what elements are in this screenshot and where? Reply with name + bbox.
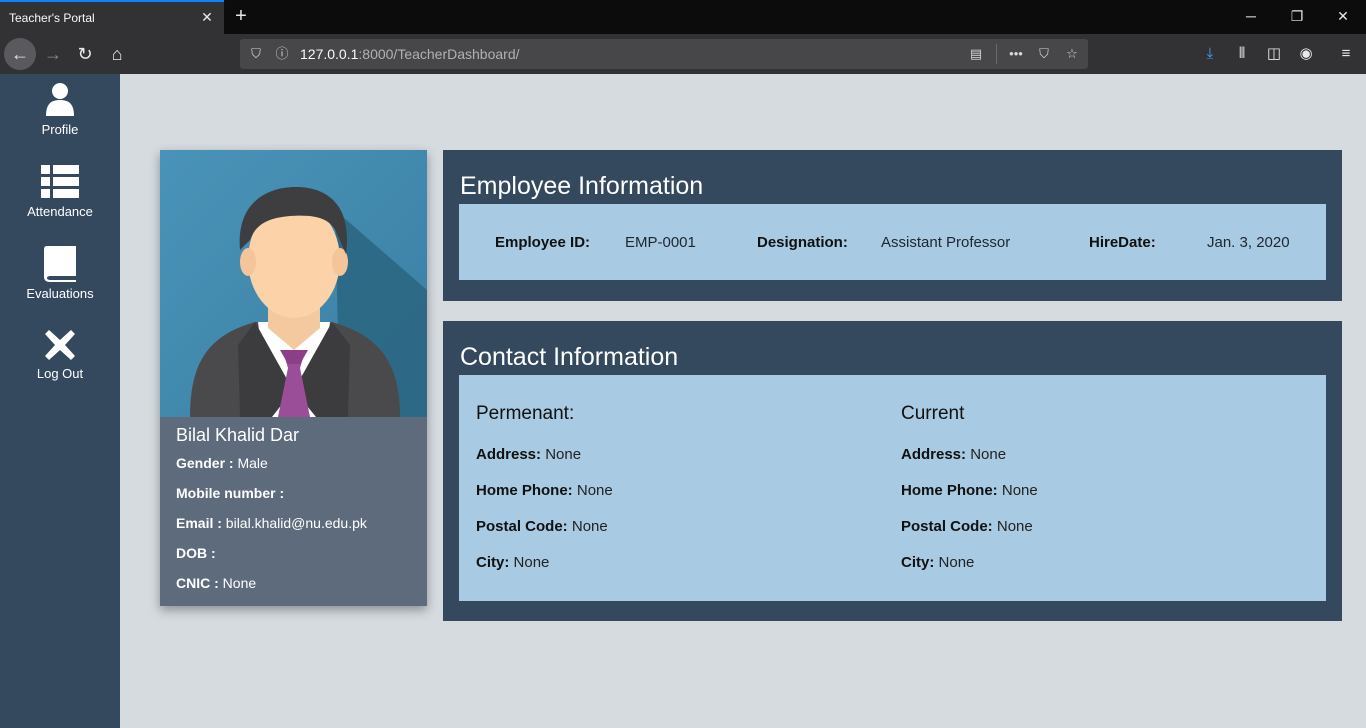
list-icon <box>41 165 79 198</box>
cnic-label: CNIC : <box>176 575 219 591</box>
mobile-row: Mobile number : <box>176 485 367 515</box>
permanent-postal-row: Postal Code: None <box>476 518 608 535</box>
city-label: City: <box>476 554 510 571</box>
home-phone-label: Home Phone: <box>901 482 998 499</box>
employee-id-label: Employee ID: <box>495 234 591 251</box>
current-heading: Current <box>901 403 965 424</box>
url-text[interactable]: 127.0.0.1:8000/TeacherDashboard/ <box>300 46 520 62</box>
address-label: Address: <box>476 446 542 463</box>
city-label: City: <box>901 554 935 571</box>
browser-nav-bar: ← → ↻ ⌂ ⛉ ⓘ 127.0.0.1:8000/TeacherDashbo… <box>0 34 1366 74</box>
dob-label: DOB : <box>176 545 216 561</box>
dob-row: DOB : <box>176 545 367 575</box>
gender-row: Gender : Male <box>176 455 367 485</box>
back-icon[interactable]: ← <box>4 38 36 70</box>
profile-details: Bilal Khalid Dar Gender : Male Mobile nu… <box>176 425 367 605</box>
shield-icon[interactable]: ⛉ <box>246 44 266 64</box>
profile-card: Bilal Khalid Dar Gender : Male Mobile nu… <box>160 150 427 606</box>
sidebar-item-logout[interactable]: Log Out <box>0 328 120 398</box>
designation-value: Assistant Professor <box>881 234 1011 251</box>
new-tab-icon[interactable]: + <box>230 4 252 28</box>
library-icon[interactable]: ⫴ <box>1230 42 1254 66</box>
user-icon <box>46 83 74 116</box>
address-label: Address: <box>901 446 967 463</box>
sidebar-item-label: Attendance <box>27 204 93 219</box>
cnic-value: None <box>222 575 257 591</box>
sidebar-item-profile[interactable]: Profile <box>0 82 120 152</box>
minimize-icon[interactable]: ─ <box>1238 4 1264 28</box>
contact-info-body: Permenant: Address: None Home Phone: Non… <box>459 375 1326 601</box>
city-value: None <box>513 554 550 571</box>
url-host: 127.0.0.1 <box>300 46 359 62</box>
more-icon[interactable]: ••• <box>1006 44 1026 64</box>
permanent-heading: Permenant: <box>476 403 575 424</box>
current-phone-row: Home Phone: None <box>901 482 1038 499</box>
email-row: Email : bilal.khalid@nu.edu.pk <box>176 515 367 545</box>
browser-tab-bar: Teacher's Portal ✕ + ─ ❐ ✕ <box>0 0 1366 34</box>
email-label: Email : <box>176 515 222 531</box>
city-value: None <box>938 554 975 571</box>
close-icon <box>45 330 75 360</box>
url-path: :8000/TeacherDashboard/ <box>358 46 520 62</box>
home-phone-label: Home Phone: <box>476 482 573 499</box>
current-postal-row: Postal Code: None <box>901 518 1033 535</box>
browser-tab[interactable]: Teacher's Portal ✕ <box>0 0 224 34</box>
postal-code-label: Postal Code: <box>901 518 993 535</box>
postal-code-value: None <box>571 518 608 535</box>
avatar <box>160 150 427 417</box>
home-phone-value: None <box>576 482 613 499</box>
sidebar-item-label: Evaluations <box>26 286 94 301</box>
book-icon <box>44 246 76 282</box>
tab-title: Teacher's Portal <box>9 11 95 25</box>
download-icon[interactable]: ⤓ <box>1198 42 1222 66</box>
bookmark-star-icon[interactable]: ☆ <box>1062 44 1082 64</box>
pocket-icon[interactable]: ⛉ <box>1034 44 1054 64</box>
window-close-icon[interactable]: ✕ <box>1330 4 1356 28</box>
sidebar-item-label: Profile <box>41 122 79 137</box>
address-value: None <box>545 446 582 463</box>
info-icon[interactable]: ⓘ <box>272 44 292 64</box>
employee-info-body: Employee ID: EMP-0001 Designation: Assis… <box>459 204 1326 280</box>
employee-info-panel: Employee Information Employee ID: EMP-00… <box>443 150 1342 301</box>
sidebar-item-attendance[interactable]: Attendance <box>0 164 120 234</box>
sidebar-item-evaluations[interactable]: Evaluations <box>0 246 120 316</box>
gender-value: Male <box>237 455 268 471</box>
restore-icon[interactable]: ❐ <box>1284 4 1310 28</box>
current-address-row: Address: None <box>901 446 1006 463</box>
postal-code-label: Postal Code: <box>476 518 568 535</box>
url-divider <box>996 44 997 64</box>
permanent-phone-row: Home Phone: None <box>476 482 613 499</box>
permanent-city-row: City: None <box>476 554 549 571</box>
email-value: bilal.khalid@nu.edu.pk <box>225 515 367 531</box>
address-value: None <box>970 446 1007 463</box>
forward-icon[interactable]: → <box>37 38 69 70</box>
postal-code-value: None <box>996 518 1033 535</box>
designation-label: Designation: <box>757 234 848 251</box>
contact-info-title: Contact Information <box>460 343 679 371</box>
reload-icon[interactable]: ↻ <box>69 38 101 70</box>
account-icon[interactable]: ◉ <box>1294 42 1318 66</box>
contact-info-panel: Contact Information Permenant: Address: … <box>443 321 1342 621</box>
home-icon[interactable]: ⌂ <box>101 38 133 70</box>
current-city-row: City: None <box>901 554 974 571</box>
sidebar-item-label: Log Out <box>36 366 84 381</box>
sidebar: Profile Attendance Evaluations Log Out <box>0 74 120 728</box>
hire-date-value: Jan. 3, 2020 <box>1207 234 1290 251</box>
menu-icon[interactable]: ≡ <box>1334 42 1358 66</box>
url-bar[interactable]: ⛉ ⓘ 127.0.0.1:8000/TeacherDashboard/ ▤ •… <box>240 39 1088 69</box>
home-phone-value: None <box>1001 482 1038 499</box>
hire-date-label: HireDate: <box>1089 234 1156 251</box>
permanent-address-row: Address: None <box>476 446 581 463</box>
profile-name: Bilal Khalid Dar <box>176 425 300 445</box>
mobile-label: Mobile number : <box>176 485 285 501</box>
tab-close-icon[interactable]: ✕ <box>198 8 216 26</box>
sidebar-toggle-icon[interactable]: ◫ <box>1262 42 1286 66</box>
gender-label: Gender : <box>176 455 234 471</box>
cnic-row: CNIC : None <box>176 575 367 605</box>
reader-view-icon[interactable]: ▤ <box>966 44 986 64</box>
employee-info-title: Employee Information <box>460 172 704 200</box>
employee-id-value: EMP-0001 <box>625 234 696 251</box>
